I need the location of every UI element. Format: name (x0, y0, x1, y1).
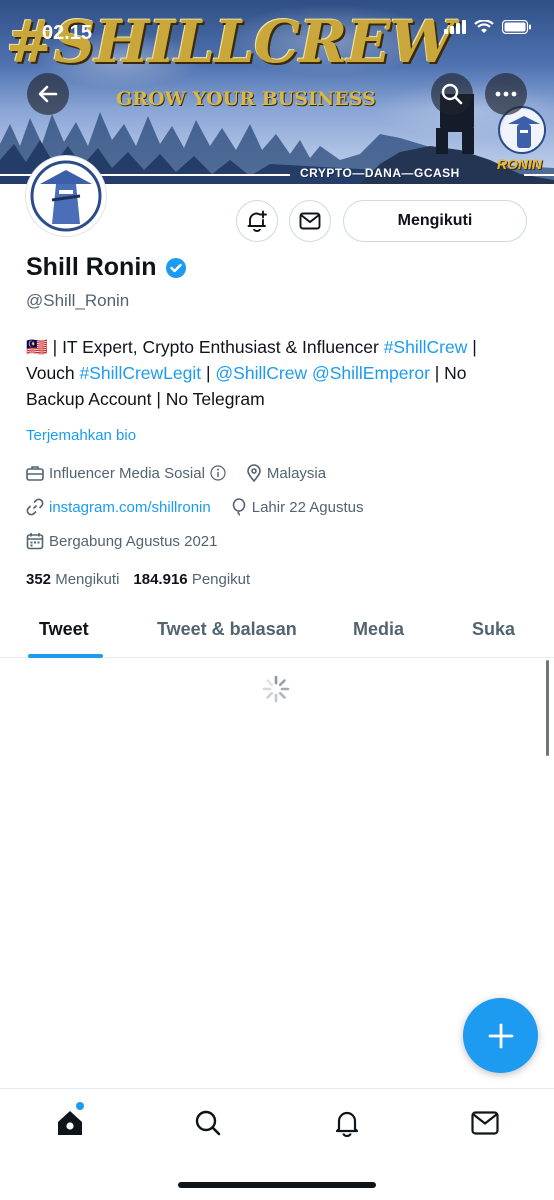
arrow-left-icon (38, 85, 58, 103)
joined-item: Bergabung Agustus 2021 (26, 532, 217, 550)
birthday-label: Lahir 22 Agustus (251, 498, 364, 516)
message-button[interactable] (289, 200, 331, 242)
followers-count-link[interactable]: 184.916 Pengikut (133, 571, 250, 588)
signal-icon (444, 20, 466, 34)
mention-link[interactable]: @ShillEmperor (312, 363, 430, 383)
birthday-item: Lahir 22 Agustus (231, 498, 364, 516)
website-item[interactable]: instagram.com/shillronin (26, 498, 211, 516)
search-icon (441, 83, 463, 105)
profile-tabs: Tweet Tweet & balasan Media Suka (0, 600, 554, 658)
active-tab-indicator (28, 654, 103, 658)
profile-avatar[interactable] (26, 156, 106, 236)
profile-name: Shill Ronin (26, 253, 157, 281)
bio-text: | (201, 363, 216, 383)
link-icon (26, 498, 44, 516)
scrollbar[interactable] (546, 660, 549, 756)
loading-spinner-icon (262, 675, 290, 703)
hashtag-link[interactable]: #ShillCrew (384, 337, 468, 357)
category-item[interactable]: Influencer Media Sosial (26, 465, 226, 482)
profile-bio: 🇲🇾 | IT Expert, Crypto Enthusiast & Infl… (26, 334, 526, 412)
following-button[interactable]: Mengikuti (343, 200, 527, 242)
category-label: Influencer Media Sosial (49, 464, 205, 482)
nav-messages[interactable] (469, 1107, 501, 1139)
banner-strip: CRYPTO—DANA—GCASH (0, 166, 554, 180)
envelope-icon (299, 212, 321, 230)
bell-plus-icon (247, 210, 267, 232)
profile-name-row: Shill Ronin (26, 253, 187, 282)
info-icon[interactable] (210, 465, 226, 481)
more-icon (495, 91, 517, 97)
search-button[interactable] (431, 73, 473, 115)
bell-icon (335, 1111, 359, 1137)
meta-row-category: Influencer Media Sosial Malaysia (26, 464, 342, 482)
tab-tweet-replies[interactable]: Tweet & balasan (157, 619, 297, 640)
nav-search[interactable] (192, 1107, 224, 1139)
meta-row-links: instagram.com/shillronin Lahir 22 Agustu… (26, 498, 379, 516)
following-count-link[interactable]: 352 Mengikuti (26, 571, 119, 588)
compose-tweet-button[interactable] (463, 998, 538, 1073)
banner-subtitle: GROW YOUR BUSINESS (116, 88, 376, 110)
location-pin-icon (247, 464, 261, 482)
follow-counts: 352 Mengikuti 184.916 Pengikut (26, 571, 250, 588)
translate-bio-link[interactable]: Terjemahkan bio (26, 427, 136, 444)
followers-count-label: Pengikut (191, 571, 251, 588)
tab-likes[interactable]: Suka (472, 619, 515, 640)
wifi-icon (474, 20, 494, 33)
status-time: 02.15 (42, 22, 93, 44)
calendar-icon (26, 533, 44, 550)
notify-button[interactable] (236, 200, 278, 242)
search-icon (195, 1110, 221, 1136)
battery-icon (502, 20, 531, 34)
following-count: 352 (26, 571, 52, 588)
plus-icon (488, 1023, 513, 1048)
profile-handle: @Shill_Ronin (26, 291, 130, 310)
tab-tweet[interactable]: Tweet (39, 619, 89, 640)
balloon-icon (232, 498, 246, 516)
hashtag-link[interactable]: #ShillCrewLegit (80, 363, 202, 383)
flag-malaysia: 🇲🇾 (26, 337, 48, 357)
back-button[interactable] (27, 73, 69, 115)
nav-notifications[interactable] (331, 1107, 363, 1139)
mention-link[interactable]: @ShillCrew (215, 363, 307, 383)
home-icon (58, 1111, 82, 1135)
nav-home[interactable] (54, 1107, 86, 1139)
more-button[interactable] (485, 73, 527, 115)
followers-count: 184.916 (133, 571, 188, 588)
meta-row-joined: Bergabung Agustus 2021 (26, 532, 233, 550)
location-item: Malaysia (246, 464, 326, 482)
verified-badge-icon (165, 257, 186, 278)
envelope-icon (471, 1111, 499, 1135)
tab-media[interactable]: Media (353, 619, 404, 640)
ronin-badge-word: RONIN (497, 156, 543, 172)
status-icons (444, 20, 532, 34)
website-link[interactable]: instagram.com/shillronin (49, 499, 211, 516)
joined-label: Bergabung Agustus 2021 (49, 532, 218, 550)
location-label: Malaysia (266, 464, 327, 482)
briefcase-icon (26, 466, 44, 481)
home-indicator[interactable] (178, 1182, 376, 1188)
home-notification-dot (76, 1102, 84, 1110)
bio-text: | IT Expert, Crypto Enthusiast & Influen… (47, 337, 384, 357)
following-count-label: Mengikuti (55, 571, 120, 588)
